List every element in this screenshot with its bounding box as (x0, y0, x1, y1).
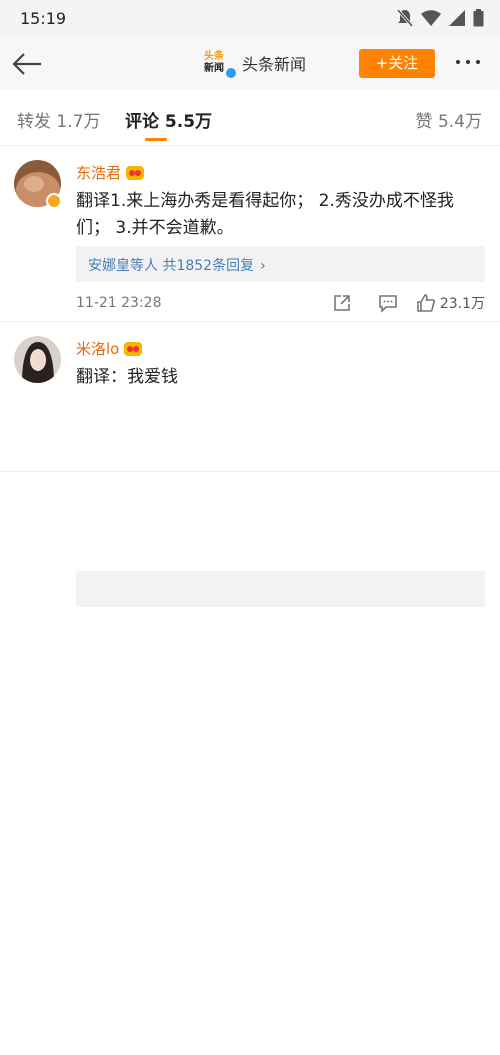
logo-line-1: 头条 (204, 51, 224, 62)
tab-likes[interactable]: 赞 5.4万 (416, 107, 482, 132)
verified-user-badge-icon (46, 193, 62, 209)
member-crown-icon (124, 341, 143, 356)
like-count: 23.1万 (439, 296, 485, 312)
account-logo: 头条 新闻 (204, 49, 236, 78)
dot-icon (456, 60, 460, 64)
verified-badge-icon (226, 68, 236, 78)
comment-item: 东浩君 翻译1.来上海办秀是看得起你； 2.秀没办成不怪我们； 3.并不会道歉。… (0, 146, 500, 322)
status-bar: 15:19 (0, 0, 500, 38)
account-header[interactable]: 头条 新闻 头条新闻 (204, 49, 307, 78)
tab-reposts[interactable]: 转发 1.7万 (17, 107, 100, 132)
comment-meta: 11-21 23:28 23.1万 (76, 293, 485, 315)
comment-text: 翻译：我爱钱 (76, 367, 178, 387)
chevron-right-icon: › (260, 258, 266, 274)
comment-text: 翻译1.来上海办秀是看得起你； 2.秀没办成不怪我们； 3.并不会道歉。 (76, 191, 454, 238)
dot-icon (466, 60, 470, 64)
username-text: 米洛lo (76, 340, 120, 358)
wifi-icon (421, 10, 441, 26)
username[interactable]: 东浩君 (76, 162, 145, 183)
more-options-button[interactable] (456, 52, 486, 72)
member-crown-icon (126, 165, 145, 180)
dot-icon (476, 60, 480, 64)
replies-preview[interactable]: 安娜皇等人 共1852条回复 › (76, 246, 485, 282)
signal-icon (449, 10, 465, 26)
nav-bar: 头条 新闻 头条新闻 +关注 (0, 38, 500, 90)
replies-preview[interactable] (76, 571, 485, 607)
tabs-bar: 转发 1.7万 评论 5.5万 赞 5.4万 (0, 90, 500, 146)
comment-icon[interactable] (378, 293, 398, 313)
status-icons (397, 9, 484, 27)
comment-list: 东浩君 翻译1.来上海办秀是看得起你； 2.秀没办成不怪我们； 3.并不会道歉。… (0, 146, 500, 607)
arrow-left-icon (12, 53, 41, 75)
comment-item: 米洛lo 翻译：我爱钱 (0, 322, 500, 607)
battery-icon (473, 9, 484, 27)
follow-button[interactable]: +关注 (359, 49, 435, 78)
tab-comments[interactable]: 评论 5.5万 (125, 107, 212, 132)
username-text: 东浩君 (76, 164, 122, 182)
repost-icon[interactable] (332, 293, 352, 313)
replies-summary: 安娜皇等人 共1852条回复 (88, 258, 255, 274)
active-tab-indicator (145, 138, 167, 141)
logo-line-2: 新闻 (204, 63, 224, 74)
avatar[interactable] (14, 336, 61, 383)
username[interactable]: 米洛lo (76, 338, 143, 359)
back-button[interactable] (10, 50, 44, 78)
comment-time: 11-21 23:28 (76, 295, 162, 311)
status-time: 15:19 (20, 9, 67, 28)
thumbs-up-icon (417, 294, 435, 312)
account-name: 头条新闻 (242, 55, 307, 74)
like-button[interactable]: 23.1万 (416, 293, 485, 313)
notifications-off-icon (397, 9, 413, 27)
